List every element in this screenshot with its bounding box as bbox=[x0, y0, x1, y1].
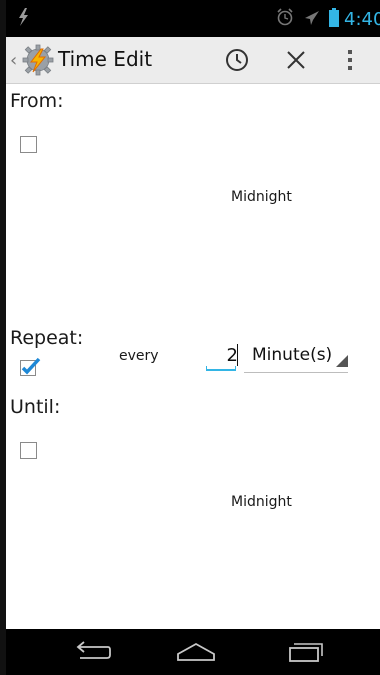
text-cursor bbox=[237, 344, 238, 366]
from-time[interactable]: Midnight bbox=[231, 189, 292, 205]
screen-title: Time Edit bbox=[58, 47, 153, 71]
back-icon[interactable] bbox=[72, 641, 112, 667]
navigation-bar bbox=[6, 629, 380, 675]
status-bar: 4:40 bbox=[6, 0, 380, 37]
spinner-triangle-icon bbox=[336, 352, 348, 371]
recents-icon[interactable] bbox=[284, 641, 324, 667]
repeat-label: Repeat: bbox=[10, 327, 84, 349]
airplane-icon bbox=[303, 9, 321, 31]
unit-spinner[interactable]: Minute(s) bbox=[244, 342, 348, 373]
alarm-icon bbox=[276, 8, 294, 30]
status-time: 4:40 bbox=[344, 9, 380, 30]
until-label: Until: bbox=[10, 396, 61, 418]
from-label: From: bbox=[10, 90, 64, 112]
app-icon[interactable] bbox=[20, 43, 56, 81]
until-checkbox[interactable] bbox=[20, 442, 37, 459]
home-icon[interactable] bbox=[176, 642, 216, 666]
interval-underline bbox=[206, 366, 236, 371]
up-caret-icon[interactable]: ‹ bbox=[10, 50, 17, 71]
bolt-icon bbox=[17, 8, 29, 30]
battery-icon bbox=[328, 8, 340, 32]
close-icon[interactable] bbox=[284, 47, 308, 77]
unit-spinner-label: Minute(s) bbox=[252, 345, 333, 365]
overflow-menu-icon[interactable] bbox=[346, 47, 354, 77]
repeat-checkbox[interactable] bbox=[20, 357, 41, 377]
action-bar: ‹ Time Edit bbox=[6, 37, 380, 84]
clock-icon[interactable] bbox=[224, 47, 250, 77]
until-time[interactable]: Midnight bbox=[231, 494, 292, 510]
every-label: every bbox=[119, 348, 159, 364]
time-edit-form: From: Midnight Repeat: every Minute(s) U… bbox=[6, 84, 380, 629]
from-checkbox[interactable] bbox=[20, 136, 37, 153]
